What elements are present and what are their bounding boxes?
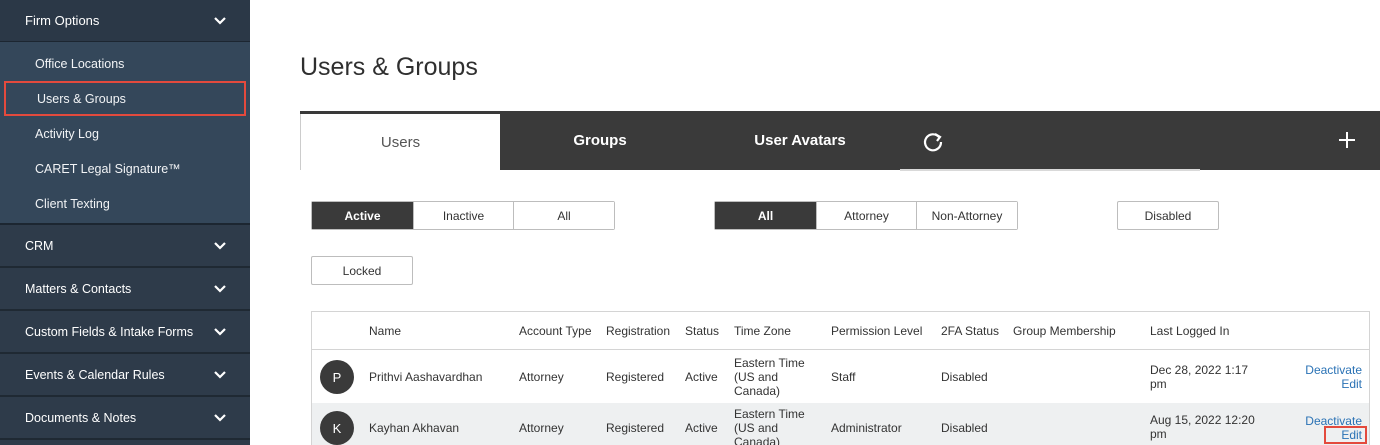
filter-locked-button[interactable]: Locked	[311, 256, 413, 285]
sidebar-section-label: Matters & Contacts	[25, 281, 132, 296]
permission-level: Staff	[831, 370, 856, 384]
time-zone-line1: Eastern Time	[734, 407, 805, 421]
sidebar-section-firm-options[interactable]: Firm Options	[0, 0, 250, 42]
sidebar-item-activity-log[interactable]: Activity Log	[0, 116, 250, 151]
sidebar-section-custom-fields[interactable]: Custom Fields & Intake Forms	[0, 311, 250, 354]
sidebar-section-label: Firm Options	[25, 13, 100, 28]
header-status[interactable]: Status	[685, 324, 719, 338]
chevron-down-icon	[214, 413, 226, 422]
edit-link[interactable]: Edit	[1341, 377, 1362, 391]
sidebar-item-office-locations[interactable]: Office Locations	[0, 46, 250, 81]
filter-inactive-button[interactable]: Inactive	[414, 202, 514, 229]
sidebar-section-matters-contacts[interactable]: Matters & Contacts	[0, 268, 250, 311]
last-logged-in-line1: Aug 15, 2022 12:20	[1150, 413, 1255, 427]
tab-label: User Avatars	[754, 132, 846, 149]
header-account-type[interactable]: Account Type	[519, 324, 592, 338]
page-title: Users & Groups	[300, 53, 478, 81]
avatar: P	[320, 360, 354, 394]
filter-active-button[interactable]: Active	[312, 202, 414, 229]
status: Active	[685, 421, 718, 435]
header-2fa-status[interactable]: 2FA Status	[941, 324, 999, 338]
sidebar-section-events-calendar[interactable]: Events & Calendar Rules	[0, 354, 250, 397]
last-logged-in-line2: pm	[1150, 427, 1167, 441]
deactivate-link[interactable]: Deactivate	[1305, 363, 1362, 377]
last-logged-in-line2: pm	[1150, 377, 1167, 391]
tab-users[interactable]: Users	[300, 114, 500, 170]
2fa-status: Disabled	[941, 421, 988, 435]
chevron-down-icon	[214, 16, 226, 25]
time-zone-line2: (US and	[734, 370, 779, 384]
sidebar-section-label: CRM	[25, 238, 54, 253]
refresh-icon[interactable]	[920, 129, 946, 155]
sidebar-section-documents-notes[interactable]: Documents & Notes	[0, 397, 250, 440]
registration: Registered	[606, 370, 665, 384]
sidebar-item-client-texting[interactable]: Client Texting	[0, 186, 250, 221]
2fa-status: Disabled	[941, 370, 988, 384]
tab-label: Groups	[573, 132, 627, 149]
table-row: P Prithvi Aashavardhan Attorney Register…	[312, 351, 1369, 403]
header-name[interactable]: Name	[369, 324, 401, 338]
filter-all-type-button[interactable]: All	[715, 202, 817, 229]
chevron-down-icon	[214, 241, 226, 250]
sidebar-item-label: Activity Log	[35, 126, 99, 141]
sidebar-section-label: Documents & Notes	[25, 410, 137, 425]
avatar: K	[320, 411, 354, 445]
header-registration[interactable]: Registration	[606, 324, 670, 338]
time-zone-line3: Canada)	[734, 384, 781, 398]
sidebar-item-label: Users & Groups	[37, 91, 126, 106]
type-filter: All Attorney Non-Attorney	[714, 201, 1018, 230]
tab-label: Users	[380, 133, 421, 151]
sidebar-item-users-groups[interactable]: Users & Groups	[4, 81, 246, 116]
user-name: Kayhan Akhavan	[369, 421, 460, 435]
header-group-membership[interactable]: Group Membership	[1013, 324, 1116, 338]
chevron-down-icon	[214, 327, 226, 336]
chevron-down-icon	[214, 370, 226, 379]
last-logged-in-line1: Dec 28, 2022 1:17	[1150, 363, 1249, 377]
chevron-down-icon	[214, 284, 226, 293]
sidebar-item-label: Office Locations	[35, 56, 125, 71]
account-type: Attorney	[519, 370, 564, 384]
sidebar-section-crm[interactable]: CRM	[0, 225, 250, 268]
time-zone-line3: Canada)	[734, 435, 781, 445]
sidebar-item-label: Client Texting	[35, 196, 110, 211]
status-filter: Active Inactive All	[311, 201, 615, 230]
time-zone-line2: (US and	[734, 421, 779, 435]
sidebar: Firm Options Office Locations Users & Gr…	[0, 0, 250, 445]
tab-bar: Users Groups User Avatars	[300, 111, 1380, 171]
header-last-logged-in[interactable]: Last Logged In	[1150, 324, 1229, 338]
filter-all-status-button[interactable]: All	[514, 202, 614, 229]
filter-non-attorney-button[interactable]: Non-Attorney	[917, 202, 1017, 229]
permission-level: Administrator	[831, 421, 902, 435]
tab-divider	[900, 169, 1200, 171]
sidebar-item-caret-legal-signature[interactable]: CARET Legal Signature™	[0, 151, 250, 186]
sidebar-section-label: Custom Fields & Intake Forms	[25, 324, 194, 339]
sidebar-section-label: Events & Calendar Rules	[25, 367, 165, 382]
sidebar-item-label: CARET Legal Signature™	[35, 161, 181, 176]
table-header: Name Account Type Registration Status Ti…	[312, 312, 1369, 350]
users-table: Name Account Type Registration Status Ti…	[311, 311, 1370, 445]
status: Active	[685, 370, 718, 384]
registration: Registered	[606, 421, 665, 435]
edit-highlight-box	[1324, 426, 1367, 444]
table-row: K Kayhan Akhavan Attorney Registered Act…	[312, 403, 1369, 445]
user-name: Prithvi Aashavardhan	[369, 370, 483, 384]
tab-groups[interactable]: Groups	[500, 111, 700, 170]
tab-user-avatars[interactable]: User Avatars	[700, 111, 900, 170]
header-permission-level[interactable]: Permission Level	[831, 324, 922, 338]
header-time-zone[interactable]: Time Zone	[734, 324, 791, 338]
firm-options-submenu: Office Locations Users & Groups Activity…	[0, 42, 250, 225]
filter-attorney-button[interactable]: Attorney	[817, 202, 917, 229]
add-icon[interactable]	[1336, 129, 1358, 151]
account-type: Attorney	[519, 421, 564, 435]
filter-disabled-button[interactable]: Disabled	[1117, 201, 1219, 230]
time-zone-line1: Eastern Time	[734, 356, 805, 370]
